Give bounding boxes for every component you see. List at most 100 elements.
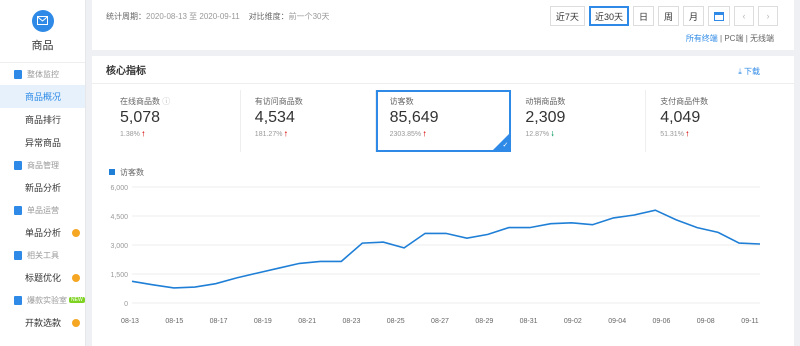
metric-label: 有访问商品数	[254, 97, 303, 106]
sidebar-item-product-ranking[interactable]: 商品排行	[0, 108, 85, 131]
metric-sold-products[interactable]: 动销商品数 2,309 12.87% 🠗	[511, 90, 647, 152]
nav-group-overall[interactable]: 整体监控	[0, 63, 85, 85]
nav-group-label: 相关工具	[27, 250, 59, 260]
arrow-up-icon: 🠕	[284, 131, 288, 138]
arrow-up-icon: 🠕	[423, 131, 427, 138]
sidebar-item-label: 异常商品	[25, 138, 62, 148]
metric-label: 动销商品数	[525, 97, 566, 106]
calendar-icon[interactable]	[708, 6, 730, 26]
arrow-up-icon: 🠕	[685, 131, 689, 138]
period-label: 统计周期：	[106, 12, 146, 21]
nav-group-hit-lab[interactable]: 爆款实验室 NEW	[0, 289, 85, 311]
nav-group-label: 整体监控	[27, 69, 59, 79]
metric-label: 访客数	[389, 97, 414, 106]
y-tick-label: 1,500	[110, 272, 128, 279]
x-tick-label: 08-23	[342, 318, 360, 325]
period-info: 统计周期：2020-08-13 至 2020-09-11 对比维度：前一个30天	[106, 11, 330, 22]
metric-value: 4,049	[660, 109, 701, 126]
x-tick-label: 08-19	[254, 318, 272, 325]
metric-label: 在线商品数 ⓘ	[120, 97, 171, 106]
metric-value: 4,534	[254, 109, 295, 126]
metric-change: 51.31% 🠕	[660, 131, 689, 138]
nav-group-single-operation[interactable]: 单品运营	[0, 199, 85, 221]
document-icon	[14, 205, 22, 215]
x-tick-label: 08-15	[165, 318, 183, 325]
month-button[interactable]: 月	[682, 6, 704, 26]
metric-label: 支付商品件数	[660, 97, 709, 106]
sidebar-item-abnormal-products[interactable]: 异常商品	[0, 131, 85, 154]
sidebar-title: 商品	[31, 39, 54, 52]
metric-online-products[interactable]: 在线商品数 ⓘ 5,078 1.38% 🠕	[106, 90, 241, 152]
terminal-pc[interactable]: PC端	[724, 34, 743, 43]
download-link[interactable]: ⤓ 下载	[738, 66, 760, 77]
sidebar-item-label: 商品概况	[25, 92, 62, 102]
last-30-days-button[interactable]: 近30天	[588, 6, 629, 26]
x-tick-label: 09-06	[652, 318, 670, 325]
visitors-series-line	[131, 209, 761, 289]
metric-visitors[interactable]: 访客数 85,649 2303.85% 🠕 ✓	[375, 90, 512, 152]
document-icon	[14, 160, 22, 170]
sidebar: 商品 整体监控 商品概况 商品排行 异常商品 商品管理 新品分析 单品运营 单品…	[0, 0, 86, 346]
arrow-down-icon: 🠗	[551, 131, 555, 138]
day-button[interactable]: 日	[632, 6, 654, 26]
sidebar-item-label: 新品分析	[25, 183, 62, 193]
week-button[interactable]: 周	[657, 6, 679, 26]
sidebar-header: 商品	[0, 0, 85, 62]
sidebar-nav: 整体监控 商品概况 商品排行 异常商品 商品管理 新品分析 单品运营 单品分析 …	[0, 62, 85, 334]
terminal-switch: 所有终端 | PC端 | 无线端	[685, 34, 774, 43]
chevron-left-icon[interactable]: ‹	[734, 6, 754, 26]
card-title: 核心指标	[92, 56, 794, 84]
sidebar-item-label: 商品排行	[25, 115, 62, 125]
visitors-line-chart: 访客数 6,000 4,500 3,000 1,500 0 08-13 08-15 08-17 0…	[109, 167, 761, 325]
terminal-all[interactable]: 所有终端	[686, 34, 718, 43]
nav-group-product-management[interactable]: 商品管理	[0, 154, 85, 176]
document-icon	[14, 69, 22, 79]
legend-swatch	[109, 169, 115, 175]
sidebar-item-single-analysis[interactable]: 单品分析	[0, 221, 85, 244]
x-tick-label: 08-17	[210, 318, 228, 325]
sidebar-item-product-selection[interactable]: 开款选款	[0, 311, 85, 334]
x-tick-label: 08-27	[431, 318, 449, 325]
document-icon	[14, 250, 22, 260]
arrow-up-icon: 🠕	[141, 131, 145, 138]
compare-label: 对比维度：	[248, 12, 289, 21]
legend-label: 访客数	[120, 167, 144, 177]
nav-group-label: 爆款实验室	[27, 295, 67, 305]
sidebar-item-new-product-analysis[interactable]: 新品分析	[0, 176, 85, 199]
metric-change: 1.38% 🠕	[120, 131, 145, 138]
metric-visited-products[interactable]: 有访问商品数 4,534 181.27% 🠕	[241, 90, 376, 152]
y-tick-label: 4,500	[110, 214, 128, 221]
document-icon	[14, 295, 22, 305]
x-tick-label: 08-29	[475, 318, 493, 325]
core-metrics-card: 核心指标 ⤓ 下载 在线商品数 ⓘ 5,078 1.38% 🠕 有访问商品数 4…	[92, 56, 794, 346]
sidebar-item-label: 标题优化	[25, 273, 62, 283]
metric-change: 181.27% 🠕	[254, 131, 288, 138]
sidebar-item-product-overview[interactable]: 商品概况	[0, 85, 85, 108]
metric-value: 85,649	[389, 109, 439, 126]
filter-bar: 统计周期：2020-08-13 至 2020-09-11 对比维度：前一个30天…	[92, 0, 794, 50]
check-icon: ✓	[502, 142, 509, 149]
metric-paid-items[interactable]: 支付商品件数 4,049 51.31% 🠕	[646, 90, 780, 152]
notification-dot	[72, 228, 80, 237]
last-7-days-button[interactable]: 近7天	[549, 6, 585, 26]
x-tick-label: 09-02	[564, 318, 582, 325]
period-value: 2020-08-13 至 2020-09-11	[146, 12, 240, 21]
metric-value: 2,309	[525, 109, 566, 126]
mail-icon	[31, 9, 54, 32]
date-range-buttons: 近7天 近30天 日 周 月 ‹ ›	[549, 6, 778, 26]
download-label: 下载	[744, 67, 760, 76]
x-tick-label: 08-31	[520, 318, 538, 325]
x-tick-label: 09-11	[741, 318, 758, 325]
sidebar-item-label: 单品分析	[25, 228, 62, 238]
sidebar-item-label: 开款选款	[25, 318, 62, 328]
metric-value: 5,078	[120, 109, 161, 126]
chevron-right-icon[interactable]: ›	[758, 6, 778, 26]
nav-group-tools[interactable]: 相关工具	[0, 244, 85, 266]
notification-dot	[72, 318, 80, 327]
x-tick-label: 08-13	[121, 318, 139, 325]
sidebar-item-title-optimize[interactable]: 标题优化	[0, 266, 85, 289]
nav-group-label: 商品管理	[27, 160, 59, 170]
new-badge: NEW	[69, 297, 85, 303]
notification-dot	[72, 273, 80, 282]
terminal-wireless[interactable]: 无线端	[750, 34, 774, 43]
